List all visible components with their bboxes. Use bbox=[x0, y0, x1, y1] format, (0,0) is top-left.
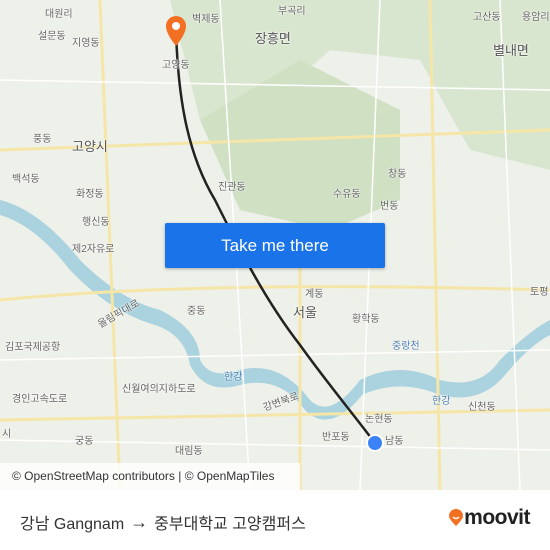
map-label: 설문동 bbox=[38, 31, 66, 42]
route-title: 강남 Gangnam → 중부대학교 고양캠퍼스 bbox=[20, 510, 306, 534]
map-label: 진관동 bbox=[218, 182, 246, 193]
map-label: 중동 bbox=[187, 306, 206, 317]
map-label: 중랑천 bbox=[392, 341, 420, 352]
origin-name: 강남 Gangnam bbox=[20, 516, 125, 533]
map-label: 제2자유로 bbox=[72, 244, 115, 255]
map-label: 토평 bbox=[530, 287, 549, 298]
map-label: 황학동 bbox=[352, 314, 380, 325]
map-label: 신천동 bbox=[468, 402, 496, 413]
map[interactable]: 대원리 설문동 지영동 벽제동 부곡리 장흥면 고산동 용암리 별내면 고양동 … bbox=[0, 0, 550, 490]
map-label: 백석동 bbox=[12, 174, 40, 185]
map-label: 한강 bbox=[224, 372, 243, 383]
map-label: 대림동 bbox=[175, 446, 203, 457]
moovit-pin-icon bbox=[449, 509, 464, 526]
arrow-right-icon: → bbox=[130, 511, 149, 532]
map-label: 김포국제공항 bbox=[5, 342, 61, 353]
map-label: 지영동 bbox=[72, 38, 100, 49]
map-label: 창동 bbox=[388, 169, 407, 180]
map-label: 궁동 bbox=[75, 436, 94, 447]
map-label: 경인고속도로 bbox=[12, 394, 68, 405]
map-label: 수유동 bbox=[333, 189, 361, 200]
destination-name: 중부대학교 고양캠퍼스 bbox=[154, 516, 306, 533]
map-label: 반포동 bbox=[322, 432, 350, 443]
map-label: 고산동 bbox=[473, 12, 501, 23]
map-label: 별내면 bbox=[493, 43, 529, 58]
map-label: 고양시 bbox=[72, 139, 108, 154]
map-label: 논현동 bbox=[365, 414, 393, 425]
map-label: 화정동 bbox=[76, 189, 104, 200]
map-label: 부곡리 bbox=[278, 6, 306, 17]
map-label: 시 bbox=[2, 429, 12, 440]
map-label: 남동 bbox=[385, 436, 404, 447]
destination-marker bbox=[366, 434, 384, 452]
brand-name: moovit bbox=[464, 506, 530, 529]
moovit-logo[interactable]: moovit bbox=[448, 506, 530, 530]
map-label: 번동 bbox=[380, 201, 399, 212]
map-label: 장흥면 bbox=[255, 31, 291, 46]
map-attribution[interactable]: © OpenStreetMap contributors | © OpenMap… bbox=[0, 463, 300, 490]
map-label: 고양동 bbox=[162, 60, 190, 71]
map-label: 행신동 bbox=[82, 217, 110, 228]
map-label: 한강 bbox=[432, 396, 451, 407]
map-label: 서울 bbox=[293, 305, 317, 320]
map-label: 용암리 bbox=[522, 12, 550, 23]
map-label: 벽제동 bbox=[192, 14, 220, 25]
map-label: 대원리 bbox=[45, 9, 73, 20]
footer: 강남 Gangnam → 중부대학교 고양캠퍼스 moovit bbox=[0, 490, 550, 550]
map-label: 풍동 bbox=[33, 134, 52, 145]
map-label: 계동 bbox=[305, 289, 324, 300]
take-me-there-button[interactable]: Take me there bbox=[165, 223, 385, 268]
map-label: 신월여의지하도로 bbox=[122, 384, 196, 395]
